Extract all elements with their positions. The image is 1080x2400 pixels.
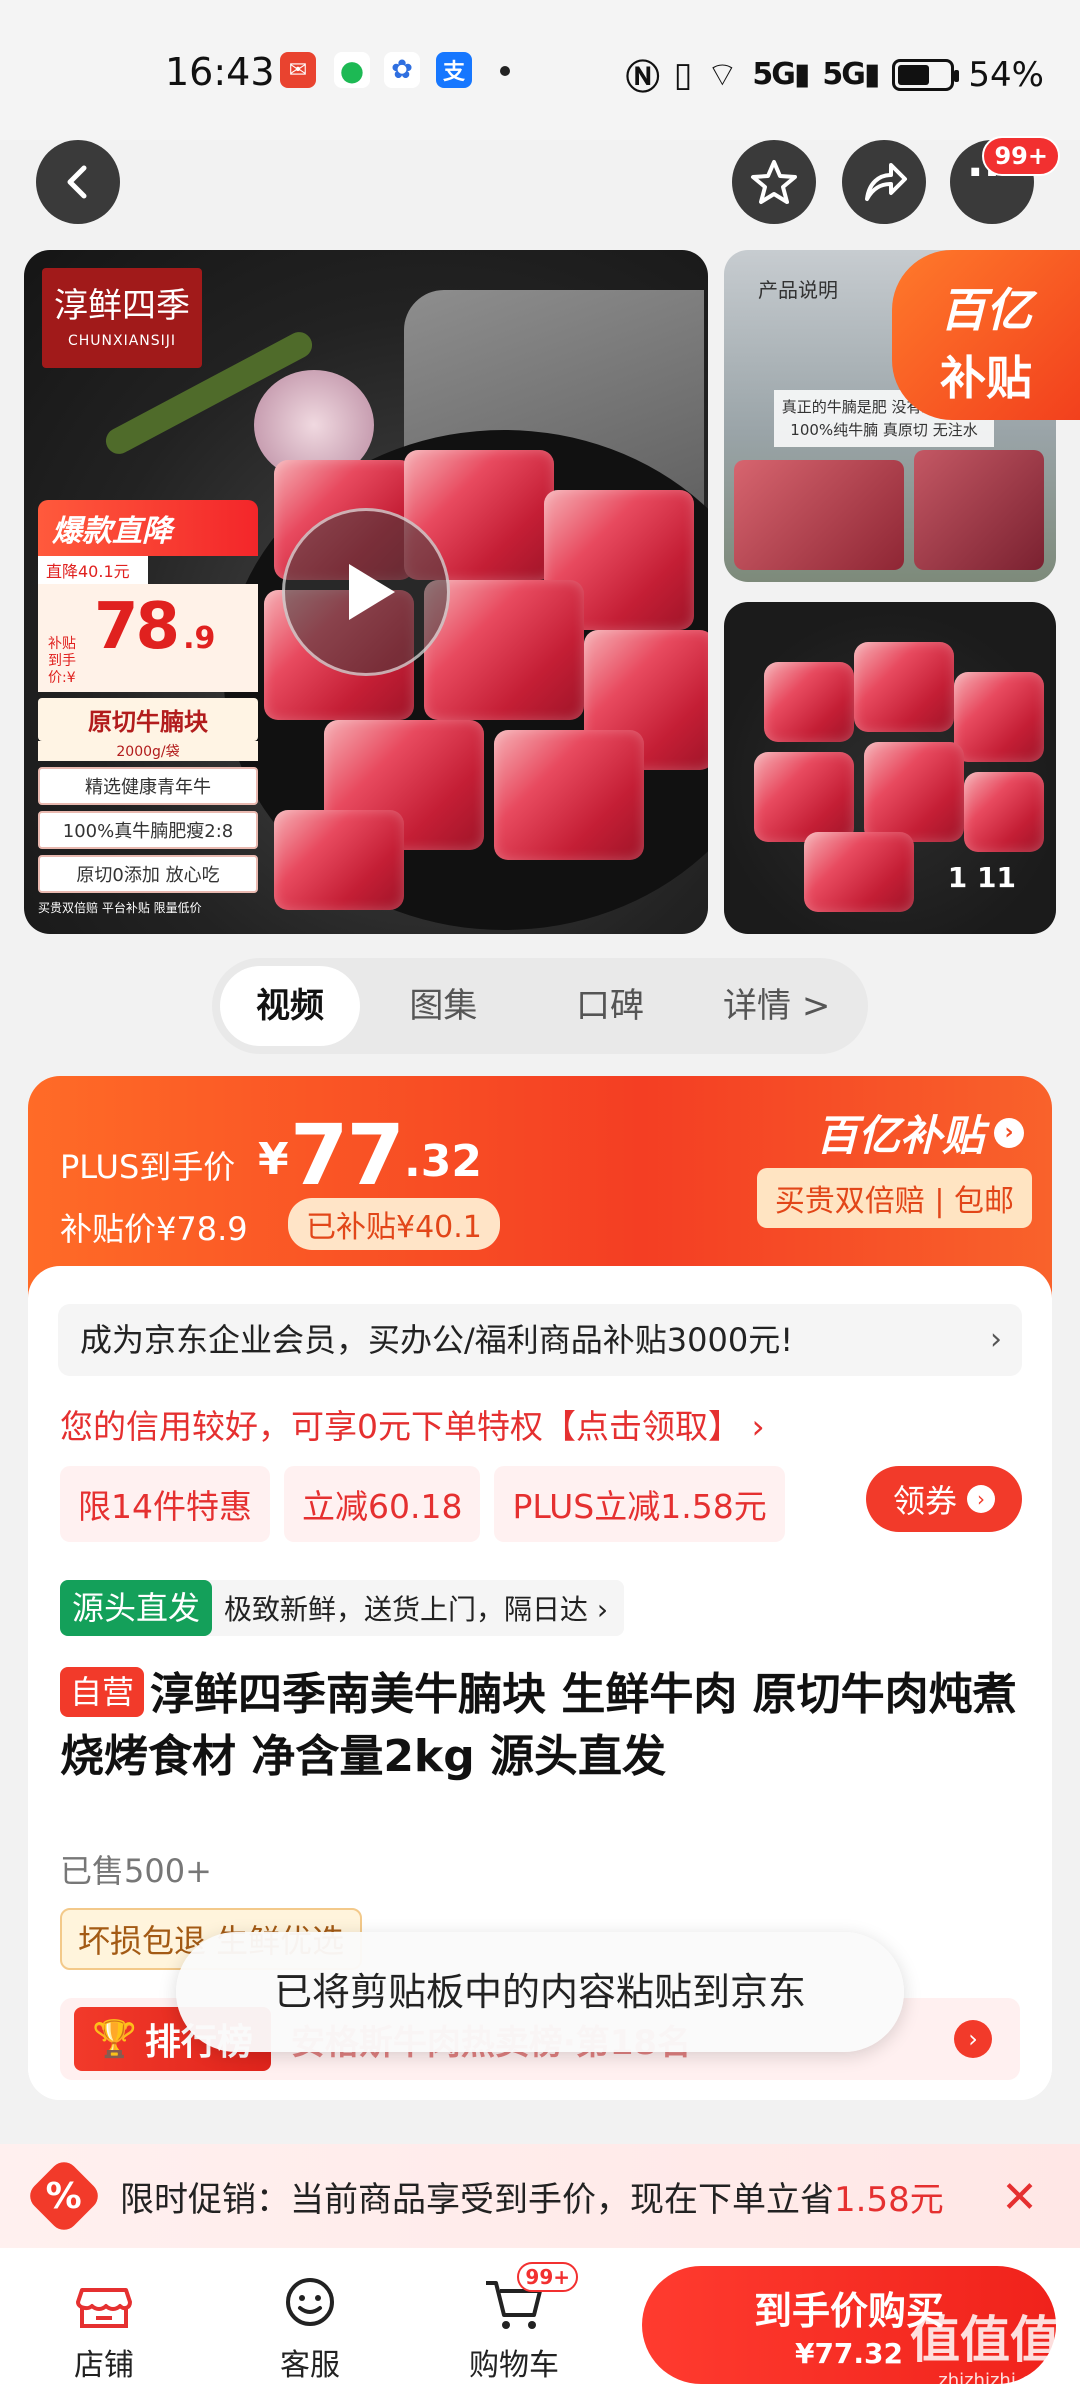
app-icon-paw: ✿ [384,52,420,88]
promo-item: 精选健康青年牛 [38,767,258,806]
watermark: 值值值 [910,2311,1060,2369]
limited-promo-strip[interactable]: % 限时促销：当前商品享受到手价，现在下单立省1.58元 ✕ [0,2144,1080,2248]
customer-service-button[interactable]: 客服 [240,2268,380,2384]
meat-tray-image [734,460,904,570]
product-title: 自营 淳鲜四季南美牛腩块 生鲜牛肉 原切牛肉炖煮烧烤食材 净含量2kg 源头直发 [60,1667,1017,1782]
meat-piece [764,662,854,742]
source-direct-row[interactable]: 源头直发 极致新鲜，送货上门，隔日达 › [60,1580,625,1636]
thumbnail-2[interactable]: 1 11 [724,602,1056,934]
favorite-button[interactable] [732,140,816,224]
battery-icon [892,58,960,91]
tab-gallery[interactable]: 图集 [360,966,527,1046]
meat-piece [494,730,644,860]
yi-subsidy-link[interactable]: 百亿补贴 › [816,1102,1024,1163]
tab-reviews[interactable]: 口碑 [527,966,694,1046]
enterprise-banner[interactable]: 成为京东企业会员，买办公/福利商品补贴3000元! › [58,1304,1022,1376]
promo-item: 100%真牛腩肥瘦2:8 [38,811,258,850]
clipboard-toast: 已将剪贴板中的内容粘贴到京东 [176,1932,904,2052]
self-operated-tag: 自营 [60,1667,145,1717]
back-arrow-icon [67,165,87,199]
vibrate-icon: ▯ [673,54,693,95]
meat-piece [954,672,1044,762]
media-gallery[interactable]: 淳鲜四季 CHUNXIANSIJI 爆款直降 直降40.1元 补贴到手价:¥ 7… [0,250,1080,936]
status-time: 16:43 [165,50,275,94]
yi-subsidy-badge: 百亿 补贴 [892,250,1080,420]
promo-sub: 直降40.1元 [38,556,148,584]
play-button[interactable] [282,508,450,676]
signal-icon-1: 5G▮ [752,57,810,92]
source-tag: 源头直发 [60,1580,213,1636]
back-button[interactable] [36,140,120,224]
meat-piece [864,742,964,842]
nfc-icon: Ⓝ [625,58,660,98]
status-right: Ⓝ ▯ ⌔ 5G▮ 5G▮ 54% [626,50,1044,99]
share-button[interactable] [842,140,926,224]
meat-piece [274,810,404,910]
promo-item-title: 原切牛腩块 [38,698,258,742]
meat-piece [754,752,854,842]
plus-price-label: PLUS到手价 [60,1148,236,1186]
more-button[interactable]: ··· 99+ [950,136,1060,224]
promo-head: 爆款直降 [38,500,258,556]
credit-privilege-link[interactable]: 您的信用较好，可享0元下单特权【点击领取】 › [60,1400,765,1448]
percent-icon: % [24,2156,104,2236]
main-video[interactable]: 淳鲜四季 CHUNXIANSIJI 爆款直降 直降40.1元 补贴到手价:¥ 7… [24,250,708,934]
subsidy-chip: 已补贴¥40.1 [288,1198,500,1250]
promo-strip-text: 限时促销：当前商品享受到手价，现在下单立省1.58元 [120,2179,944,2220]
share-icon [865,163,907,201]
cart-count-badge: 99+ [517,2262,578,2292]
cart-button[interactable]: 99+ 购物车 [444,2262,584,2384]
cart-icon: 99+ [444,2262,584,2340]
promo-overlay-card: 爆款直降 直降40.1元 补贴到手价:¥ 78 .9 原切牛腩块 2000g/袋… [38,500,258,915]
thumb-title: 产品说明 [758,278,838,302]
chat-face-icon [240,2268,380,2340]
content-tabs: 视频 图集 口碑 详情 > [212,958,868,1054]
app-icon-alipay: 支 [436,52,472,88]
plus-price-integer: 77 [290,1106,405,1204]
promo-chip[interactable]: 立减60.18 [284,1466,481,1542]
app-icon-red: ✉ [280,52,316,88]
plus-price-decimal: .32 [404,1136,482,1187]
meat-piece [854,642,954,732]
tab-video[interactable]: 视频 [220,966,360,1046]
page-indicator: 1 11 [947,861,1016,894]
notification-dot-icon [500,66,510,76]
promo-chips: 限14件特惠 立减60.18 PLUS立减1.58元 [60,1466,785,1542]
promo-weight: 2000g/袋 [38,741,258,762]
guarantee-chip[interactable]: 买贵双倍赔 | 包邮 [756,1168,1032,1228]
star-icon [751,160,797,204]
battery-text: 54% [968,54,1044,95]
trophy-icon: 🏆 [92,2019,137,2060]
promo-price: 补贴到手价:¥ 78 .9 [38,584,258,693]
store-icon [34,2268,174,2340]
subsidy-price: 补贴价¥78.9 [60,1210,248,1248]
message-badge: 99+ [982,136,1060,176]
meat-tray-image [914,450,1044,570]
signal-icon-2: 5G▮ [822,57,880,92]
promo-chip[interactable]: 限14件特惠 [60,1466,270,1542]
tab-details[interactable]: 详情 > [693,966,860,1046]
status-bar: 16:43 ✉ ● ✿ 支 Ⓝ ▯ ⌔ 5G▮ 5G▮ 54% [0,0,1080,140]
wifi-icon: ⌔ [706,55,739,95]
app-icon-green: ● [334,52,370,88]
meat-piece [804,832,914,912]
get-coupon-button[interactable]: 领券 › [866,1466,1022,1532]
sold-count: 已售500+ [60,1852,212,1890]
store-button[interactable]: 店铺 [34,2268,174,2384]
meat-piece [964,772,1044,852]
brand-logo: 淳鲜四季 CHUNXIANSIJI [42,268,202,368]
chevron-right-icon: › [990,1322,1002,1357]
promo-foot: 买贵双倍赔 平台补贴 限量低价 [38,901,202,916]
promo-item: 原切0添加 放心吃 [38,855,258,894]
watermark-sub: zhizhizhi.com [938,2370,1060,2391]
plus-price-currency: ¥ [258,1134,289,1185]
close-icon[interactable]: ✕ [1001,2172,1038,2223]
chevron-right-icon: › [994,1117,1024,1148]
chevron-right-icon: › [954,2020,992,2058]
source-text: 极致新鲜，送货上门，隔日达 › [224,1593,609,1626]
promo-chip[interactable]: PLUS立减1.58元 [494,1466,785,1542]
chevron-right-icon: › [967,1485,995,1513]
